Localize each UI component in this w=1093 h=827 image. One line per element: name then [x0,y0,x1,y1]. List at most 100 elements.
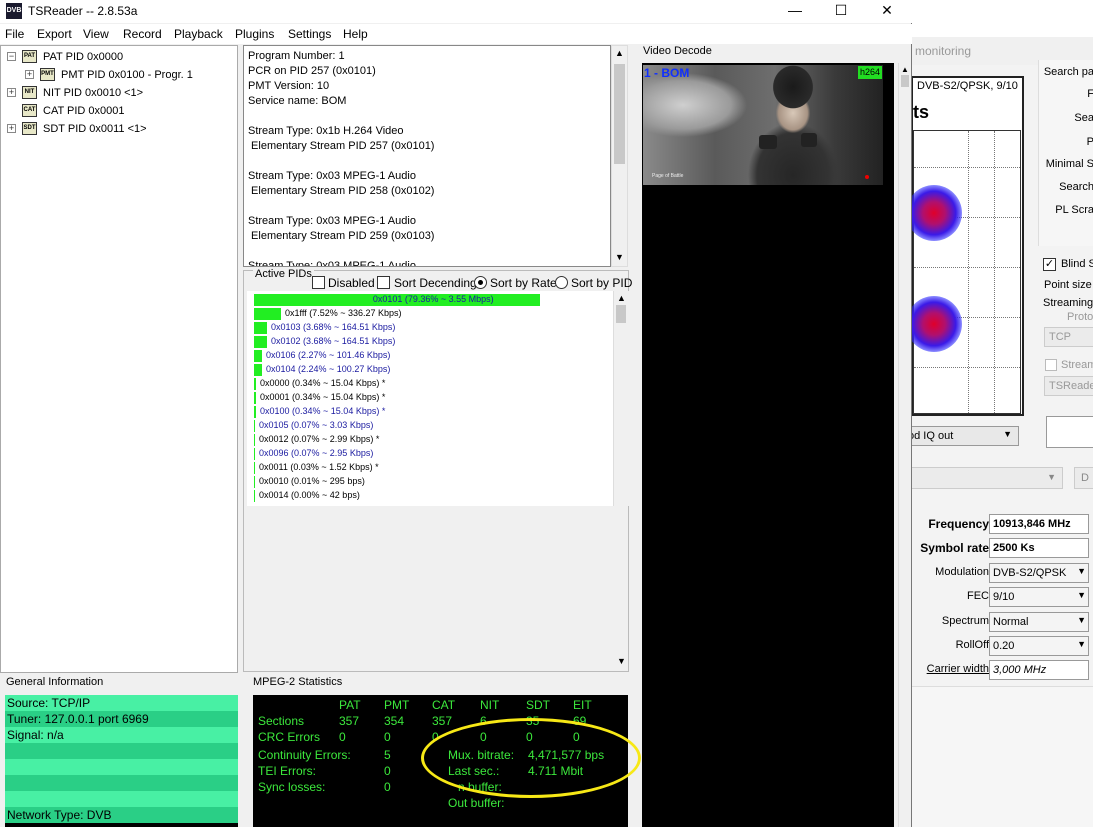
menu-help[interactable]: Help [343,27,368,41]
symbol-rate-label: Symbol rate [920,541,989,555]
monitoring-title: monitoring [915,44,972,58]
spectrum-select[interactable]: Normal ▼ [989,612,1089,632]
proto-value: TCP [1049,331,1071,343]
menu-playback[interactable]: Playback [174,27,223,41]
pid-row-label: 0x0103 (3.68% ~ 164.51 Kbps) [271,322,396,332]
program-info-scrollbar[interactable]: ▲ ▼ [611,45,628,267]
menubar: File Export View Record Playback Plugins… [0,24,912,44]
program-info-line [248,244,608,259]
chevron-down-icon: ▼ [1077,590,1086,600]
scroll-thumb[interactable] [616,305,626,323]
fec-select[interactable]: 9/10 ▼ [989,587,1089,607]
scroll-thumb[interactable] [901,75,909,87]
pid-row[interactable]: 0x0010 (0.01% ~ 295 bps) [254,475,613,489]
pid-list-scrollbar[interactable]: ▲ [613,291,629,506]
close-button[interactable]: ✕ [864,0,910,23]
frequency-field[interactable]: 10913,846 MHz [989,514,1089,534]
table-icon: CAT [22,104,37,117]
pid-row[interactable]: 0x0001 (0.34% ~ 15.04 Kbps) * [254,391,613,405]
carrier-width-field[interactable]: 3,000 MHz [989,660,1089,680]
highlight-ellipse [421,718,641,798]
table-icon: PAT [22,50,37,63]
blind-scan-checkbox[interactable]: ✓ [1043,258,1056,271]
menu-file[interactable]: File [5,27,24,41]
pid-row[interactable]: 0x0012 (0.07% ~ 2.99 Kbps) * [254,433,613,447]
stat-value: 354 [384,714,405,728]
pid-row-label: 0x0000 (0.34% ~ 15.04 Kbps) * [260,378,386,388]
general-info-panel: Source: TCP/IP Tuner: 127.0.0.1 port 6969… [5,695,238,827]
pid-row[interactable]: 0x0103 (3.68% ~ 164.51 Kbps) [254,321,613,335]
menu-view[interactable]: View [83,27,109,41]
source-select[interactable]: ▼ [911,467,1063,489]
pid-row-label: 0x0106 (2.27% ~ 101.46 Kbps) [266,350,391,360]
modulation-select[interactable]: DVB-S2/QPSK ▼ [989,563,1089,583]
rolloff-select[interactable]: 0.20 ▼ [989,636,1089,656]
pid-rate-bar [254,392,256,404]
sort-by-pid-radio[interactable] [555,276,568,289]
pid-row-label: 0x0101 (79.36% ~ 3.55 Mbps) [372,294,494,304]
pid-row[interactable]: 0x0000 (0.34% ~ 15.04 Kbps) * [254,377,613,391]
general-info-row: Network Type: DVB [5,807,238,823]
pid-row[interactable]: 0x0100 (0.34% ~ 15.04 Kbps) * [254,405,613,419]
pid-row[interactable]: 0x1fff (7.52% ~ 336.27 Kbps) [254,307,613,321]
tsreader-field[interactable]: TSReader [1044,376,1093,396]
scroll-up-icon[interactable]: ▲ [901,65,909,74]
pid-row-label: 0x0096 (0.07% ~ 2.95 Kbps) [259,448,374,458]
side-label: PL Scra [1055,204,1093,216]
carrier-width-label[interactable]: Carrier width [927,663,989,675]
symbol-rate-field[interactable]: 2500 Ks [989,538,1089,558]
scroll-down-icon[interactable]: ▼ [617,656,626,666]
expand-icon[interactable]: + [7,88,16,97]
pid-rate-bar [254,308,281,320]
scroll-up-icon[interactable]: ▲ [617,293,626,303]
collapse-icon[interactable]: − [7,52,16,61]
frequency-value: 10913,846 MHz [993,518,1071,530]
pid-row-label: 0x0012 (0.07% ~ 2.99 Kbps) * [259,434,380,444]
program-info-panel: Program Number: 1 PCR on PID 257 (0x0101)… [243,45,611,267]
expand-icon[interactable]: + [7,124,16,133]
sort-by-rate-radio[interactable] [474,276,487,289]
pid-rate-bar [254,490,255,502]
monitoring-button[interactable] [1046,416,1093,448]
pid-row[interactable]: 0x0105 (0.07% ~ 3.03 Kbps) [254,419,613,433]
sync-losses-value: 0 [384,780,391,794]
pid-rate-bar [254,322,267,334]
scroll-thumb[interactable] [614,64,625,164]
minimize-button[interactable]: — [772,0,818,23]
pid-row[interactable]: 0x0014 (0.00% ~ 42 bps) [254,489,613,503]
stream-label: Stream [1061,359,1093,371]
scroll-down-icon[interactable]: ▼ [615,252,624,262]
out-buffer-label: Out buffer: [448,796,505,810]
pid-row[interactable]: 0x0106 (2.27% ~ 101.46 Kbps) [254,349,613,363]
app-icon: DVB [6,3,22,19]
monitoring-window: monitoring DVB-S2/QPSK, 9/10 ts od IQ ou… [910,0,1093,827]
proto-select[interactable]: TCP [1044,327,1093,347]
iq-point-cloud [911,296,962,352]
spectrum-value: Normal [993,616,1029,628]
video-record-dot [865,175,869,179]
video-scrollbar[interactable]: ▲ [898,63,911,827]
sort-by-pid-label: Sort by PID [571,276,633,290]
iq-title: ts [913,102,930,122]
program-info-line: PCR on PID 257 (0x0101) [248,65,376,77]
maximize-button[interactable]: ☐ [818,0,864,23]
expand-icon[interactable]: + [25,70,34,79]
sort-decending-checkbox[interactable] [377,276,390,289]
pid-row[interactable]: 0x0096 (0.07% ~ 2.95 Kbps) [254,447,613,461]
scroll-up-icon[interactable]: ▲ [615,48,624,58]
pid-row-label: 0x0105 (0.07% ~ 3.03 Kbps) [259,420,374,430]
pid-row[interactable]: 0x0101 (79.36% ~ 3.55 Mbps) [254,293,613,307]
pid-row[interactable]: 0x0104 (2.24% ~ 100.27 Kbps) [254,363,613,377]
menu-record[interactable]: Record [123,27,162,41]
pid-row[interactable]: 0x0102 (3.68% ~ 164.51 Kbps) [254,335,613,349]
iq-output-select[interactable]: od IQ out ▼ [910,426,1019,446]
menu-plugins[interactable]: Plugins [235,27,274,41]
d-button[interactable]: D [1074,467,1093,489]
iq-output-value: od IQ out [910,430,954,442]
menu-export[interactable]: Export [37,27,72,41]
side-label: Minimal S [1045,158,1093,170]
stream-checkbox[interactable] [1045,359,1057,371]
pid-row[interactable]: 0x0011 (0.03% ~ 1.52 Kbps) * [254,461,613,475]
disabled-checkbox[interactable] [312,276,325,289]
menu-settings[interactable]: Settings [288,27,331,41]
